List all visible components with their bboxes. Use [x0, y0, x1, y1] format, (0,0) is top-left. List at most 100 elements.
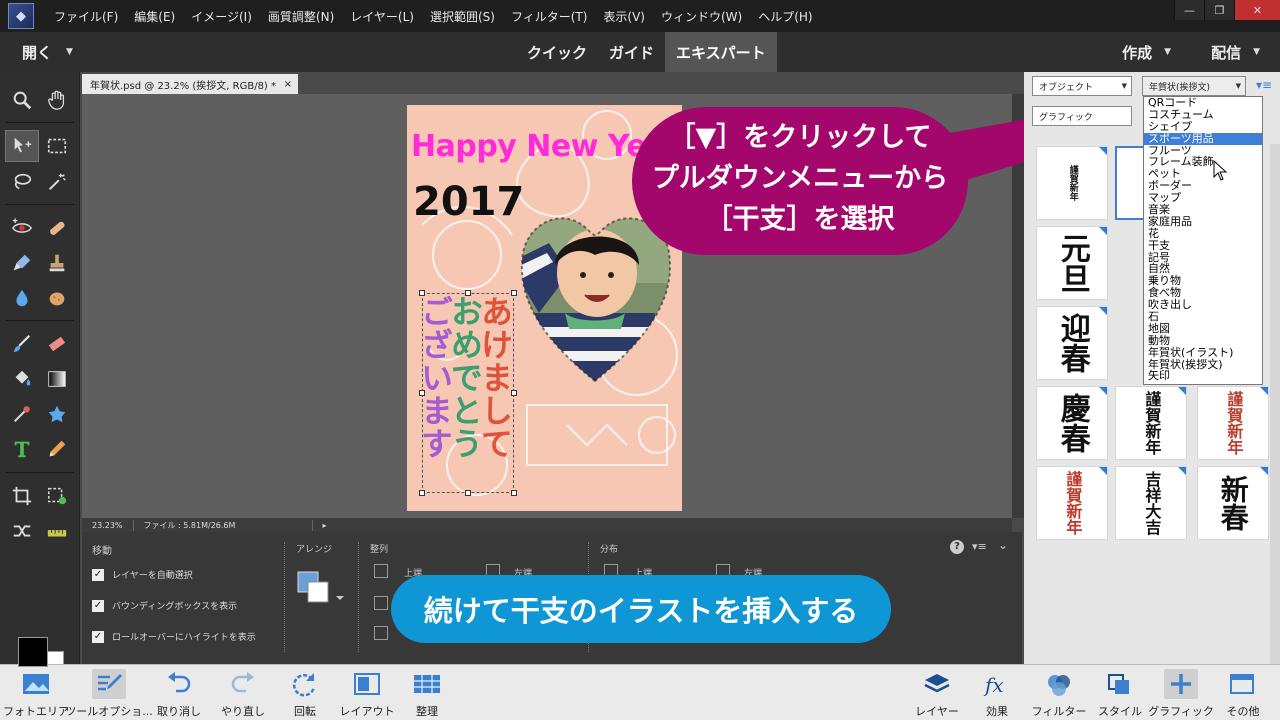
help-icon[interactable]: ? [950, 540, 964, 554]
category-select[interactable]: オブジェクト ▼ [1032, 76, 1132, 96]
bbox-handle[interactable] [511, 290, 517, 296]
dropdown-item[interactable]: シェイプ [1144, 120, 1262, 133]
menu-file[interactable]: ファイル(F) [46, 0, 126, 32]
type-tool-icon[interactable] [5, 433, 39, 465]
magic-wand-tool-icon[interactable] [40, 166, 74, 198]
menu-select[interactable]: 選択範囲(S) [422, 0, 503, 32]
dropdown-item[interactable]: 矢印 [1144, 370, 1262, 382]
menu-view[interactable]: 表示(V) [595, 0, 653, 32]
graphic-thumb[interactable]: 慶春 [1036, 386, 1108, 460]
zoom-tool-icon[interactable] [5, 84, 39, 116]
hand-tool-icon[interactable] [40, 84, 74, 116]
eyedropper-icon[interactable] [5, 398, 39, 430]
blur-tool-icon[interactable] [5, 282, 39, 314]
brush-tool-icon[interactable] [5, 328, 39, 360]
bbox-handle[interactable] [511, 390, 517, 396]
pencil-tool-icon[interactable] [40, 433, 74, 465]
document-tab[interactable]: 年賀状.psd @ 23.2% (挨拶文, RGB/8) * × [82, 74, 298, 94]
dropdown-item-highlighted[interactable]: スポーツ用品 [1144, 132, 1262, 145]
dropdown-item-eto[interactable]: 干支 [1144, 239, 1262, 252]
clone-stamp-icon[interactable] [40, 247, 74, 279]
custom-shape-icon[interactable] [40, 398, 74, 430]
checkbox-checked-icon[interactable]: ✓ [92, 568, 104, 581]
tab-expert[interactable]: エキスパート [665, 32, 777, 72]
subcategory-select[interactable]: 年賀状(挨拶文) ▼ [1142, 76, 1246, 96]
dropdown-item[interactable]: 動物 [1144, 334, 1262, 347]
restore-icon[interactable]: ❐ [1204, 0, 1234, 20]
text-bounding-box[interactable] [419, 290, 517, 496]
highlight-on-rollover-checkbox[interactable]: ✓ ロールオーバーにハイライトを表示 [92, 630, 256, 643]
undo-button[interactable]: 取り消し [144, 669, 214, 719]
panel-menu-icon[interactable]: ▾≡ [1256, 78, 1272, 92]
dropdown-item[interactable]: 吹き出し [1144, 299, 1262, 311]
dropdown-item[interactable]: コスチューム [1144, 108, 1262, 121]
smart-brush-icon[interactable] [5, 247, 39, 279]
subcategory-dropdown-list[interactable]: QRコード コスチューム シェイプ スポーツ用品 フルーツ フレーム装飾 ペット… [1143, 96, 1263, 385]
lasso-tool-icon[interactable] [5, 166, 39, 198]
dropdown-item[interactable]: 花 [1144, 227, 1262, 240]
sponge-tool-icon[interactable] [40, 282, 74, 314]
paint-bucket-icon[interactable] [5, 363, 39, 395]
bbox-handle[interactable] [465, 490, 471, 496]
menu-filter[interactable]: フィルター(T) [503, 0, 595, 32]
tool-options-button[interactable]: ツールオプショ... [65, 669, 153, 719]
graphic-thumb[interactable]: 新春 [1197, 466, 1269, 540]
options-menu-icon[interactable]: ▾≡ [972, 540, 987, 553]
close-window-icon[interactable]: ✕ [1234, 0, 1280, 20]
move-tool-icon[interactable] [5, 130, 39, 162]
align-middle-icon[interactable] [374, 596, 388, 610]
styles-button[interactable]: スタイル [1085, 669, 1155, 719]
rotate-button[interactable]: 回転 [270, 669, 340, 719]
content-aware-move-icon[interactable] [5, 515, 39, 547]
dropdown-item[interactable]: 家庭用品 [1144, 215, 1262, 228]
graphic-thumb[interactable]: 謹賀新年 [1115, 386, 1187, 460]
align-top-icon[interactable] [374, 564, 388, 578]
marquee-tool-icon[interactable] [40, 130, 74, 162]
open-button[interactable]: 開く ▼ [22, 32, 73, 72]
gradient-tool-icon[interactable] [40, 363, 74, 395]
bbox-handle[interactable] [465, 290, 471, 296]
status-arrow-icon[interactable]: ▸ [313, 521, 337, 530]
zoom-level[interactable]: 23.23% [82, 521, 133, 530]
chevron-down-icon[interactable]: ▼ [1236, 82, 1241, 90]
graphic-thumb[interactable]: 吉祥大吉 [1115, 466, 1187, 540]
menu-image[interactable]: イメージ(I) [183, 0, 260, 32]
graphic-thumb[interactable]: 謹賀新年 [1036, 466, 1108, 540]
graphic-type-select[interactable]: グラフィック [1032, 106, 1132, 126]
foreground-color-swatch-front[interactable] [18, 637, 48, 667]
bbox-handle[interactable] [419, 490, 425, 496]
graphic-thumb[interactable]: 謹賀新年 [1036, 146, 1108, 220]
effects-button[interactable]: fx 効果 [962, 669, 1032, 719]
eraser-tool-icon[interactable] [40, 328, 74, 360]
healing-brush-icon[interactable] [40, 212, 74, 244]
more-button[interactable]: その他 [1208, 669, 1278, 719]
tab-quick[interactable]: クイック [516, 32, 598, 72]
photo-bin-button[interactable]: フォトエリア [1, 669, 71, 719]
arrange-icon[interactable] [296, 570, 346, 608]
create-button[interactable]: 作成 [1122, 42, 1152, 63]
chevron-down-icon[interactable]: ▼ [1253, 47, 1260, 57]
bbox-handle[interactable] [511, 490, 517, 496]
filters-button[interactable]: フィルター [1024, 669, 1094, 719]
menu-enhance[interactable]: 画質調整(N) [260, 0, 342, 32]
menu-help[interactable]: ヘルプ(H) [750, 0, 820, 32]
menu-layer[interactable]: レイヤー(L) [342, 0, 422, 32]
menu-edit[interactable]: 編集(E) [126, 0, 183, 32]
crop-tool-icon[interactable] [5, 480, 39, 512]
tab-guided[interactable]: ガイド [598, 32, 665, 72]
panel-scrollbar[interactable] [1270, 144, 1280, 664]
chevron-down-icon[interactable]: ▼ [1164, 47, 1171, 57]
collapse-chevron-icon[interactable]: ⌄ [998, 538, 1008, 552]
align-bottom-icon[interactable] [374, 626, 388, 640]
graphic-thumb[interactable]: 謹賀新年 [1197, 386, 1269, 460]
bbox-handle[interactable] [419, 290, 425, 296]
organize-button[interactable]: 整理 [392, 669, 462, 719]
close-icon[interactable]: × [284, 79, 292, 90]
checkbox-checked-icon[interactable]: ✓ [92, 599, 104, 612]
bbox-handle[interactable] [419, 390, 425, 396]
graphics-button[interactable]: グラフィック [1146, 669, 1216, 719]
dropdown-item[interactable]: 年賀状(イラスト) [1144, 346, 1262, 359]
graphic-thumb[interactable]: 元旦 [1036, 226, 1108, 300]
redo-button[interactable]: やり直し [208, 669, 278, 719]
show-bounding-box-checkbox[interactable]: ✓ バウンディングボックスを表示 [92, 599, 237, 612]
